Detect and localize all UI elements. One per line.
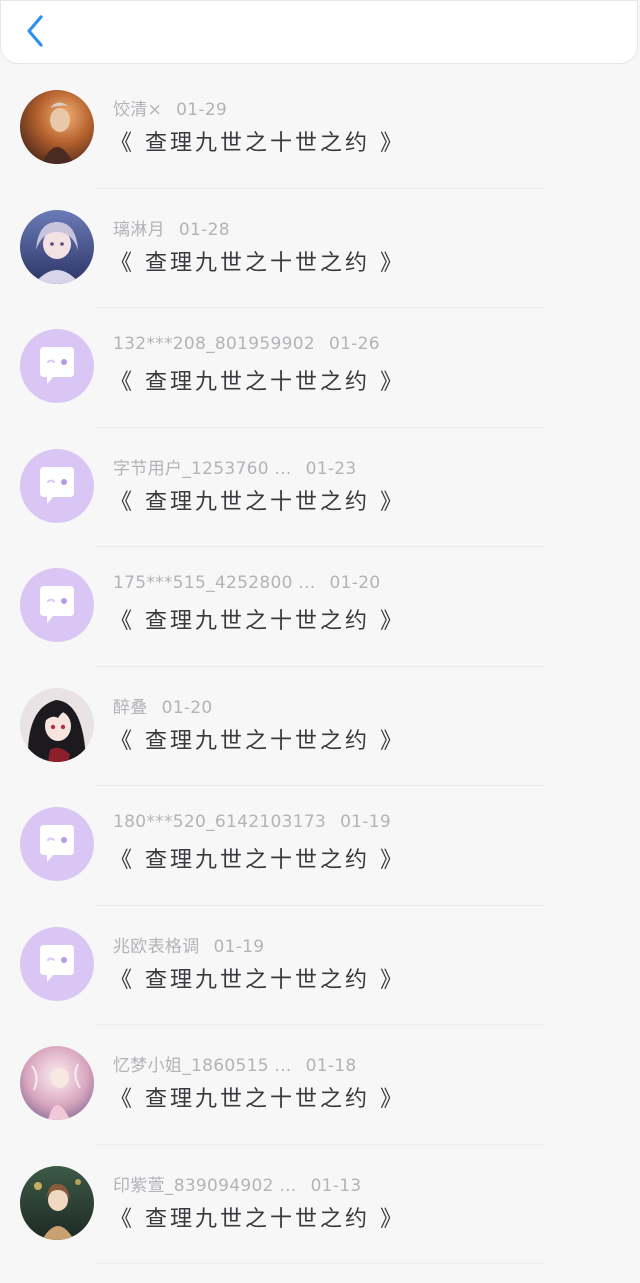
default-avatar-icon[interactable]: [20, 807, 94, 881]
comment-date: 01-23: [305, 458, 357, 479]
list-item[interactable]: 饺清× 01-29 《 查理九世之十世之约 》: [0, 69, 640, 189]
comment-meta: 132***208_801959902 01-26: [113, 334, 380, 354]
default-avatar-icon[interactable]: [20, 448, 94, 523]
comment-text: 《 查理九世之十世之约 》: [110, 370, 405, 395]
comment-list: 饺清× 01-29 《 查理九世之十世之约 》 璃淋月 01-28 《 查理九世…: [0, 69, 640, 1264]
comment-meta: 忆梦小姐_1860515 ... 01-18: [113, 1051, 357, 1076]
comment-meta: 璃淋月 01-28: [113, 215, 230, 240]
list-item[interactable]: 180***520_6142103173 01-19 《 查理九世之十世之约 》: [0, 786, 640, 906]
username[interactable]: 印紫萱_839094902 ...: [113, 1176, 297, 1196]
list-item[interactable]: 175***515_4252800 ... 01-20 《 查理九世之十世之约 》: [0, 547, 640, 667]
avatar[interactable]: [20, 90, 94, 164]
comment-text: 《 查理九世之十世之约 》: [110, 967, 405, 993]
list-item[interactable]: 印紫萱_839094902 ... 01-13 《 查理九世之十世之约 》: [0, 1145, 640, 1265]
comment-date: 01-20: [329, 573, 381, 593]
comment-text: 《 查理九世之十世之约 》: [110, 728, 405, 754]
comment-date: 01-13: [310, 1175, 362, 1196]
comment-date: 01-18: [305, 1056, 357, 1076]
avatar[interactable]: [20, 1046, 94, 1120]
top-bar: [0, 0, 638, 64]
username[interactable]: 字节用户_1253760 ...: [113, 459, 292, 479]
comment-text: 《 查理九世之十世之约 》: [110, 489, 405, 515]
username[interactable]: 132***208_801959902: [113, 334, 315, 354]
list-item[interactable]: 132***208_801959902 01-26 《 查理九世之十世之约 》: [0, 308, 640, 428]
comment-date: 01-19: [340, 812, 391, 832]
username[interactable]: 175***515_4252800 ...: [113, 573, 316, 593]
comment-meta: 175***515_4252800 ... 01-20: [113, 573, 380, 593]
comment-meta: 字节用户_1253760 ... 01-23: [113, 454, 357, 479]
list-item[interactable]: 璃淋月 01-28 《 查理九世之十世之约 》: [0, 189, 640, 309]
list-item[interactable]: 醉叠 01-20 《 查理九世之十世之约 》: [0, 667, 640, 787]
avatar[interactable]: [20, 1165, 94, 1240]
username[interactable]: 180***520_6142103173: [113, 812, 326, 832]
list-item[interactable]: 忆梦小姐_1860515 ... 01-18 《 查理九世之十世之约 》: [0, 1025, 640, 1145]
avatar[interactable]: [20, 687, 94, 762]
list-item[interactable]: 兆欧表格调 01-19 《 查理九世之十世之约 》: [0, 906, 640, 1026]
comment-meta: 180***520_6142103173 01-19: [113, 812, 391, 832]
screen: 饺清× 01-29 《 查理九世之十世之约 》 璃淋月 01-28 《 查理九世…: [0, 0, 640, 1283]
chevron-left-icon: [27, 15, 43, 47]
default-avatar-icon[interactable]: [20, 568, 94, 642]
avatar[interactable]: [20, 209, 94, 284]
username[interactable]: 醉叠: [113, 698, 148, 718]
comment-text: 《 查理九世之十世之约 》: [110, 848, 405, 873]
back-button[interactable]: [19, 11, 55, 51]
comment-meta: 醉叠 01-20: [113, 693, 213, 718]
comment-meta: 饺清× 01-29: [113, 95, 227, 120]
comment-text: 《 查理九世之十世之约 》: [110, 609, 405, 634]
username[interactable]: 饺清×: [113, 100, 162, 120]
comment-date: 01-28: [178, 219, 230, 240]
comment-text: 《 查理九世之十世之约 》: [110, 131, 405, 156]
username[interactable]: 兆欧表格调: [113, 937, 200, 957]
comment-meta: 兆欧表格调 01-19: [113, 932, 264, 957]
list-item[interactable]: 字节用户_1253760 ... 01-23 《 查理九世之十世之约 》: [0, 428, 640, 548]
comment-meta: 印紫萱_839094902 ... 01-13: [113, 1171, 361, 1196]
comment-date: 01-29: [176, 100, 228, 120]
comment-text: 《 查理九世之十世之约 》: [110, 1206, 405, 1232]
comment-date: 01-19: [213, 936, 265, 957]
default-avatar-icon[interactable]: [20, 329, 94, 403]
username[interactable]: 忆梦小姐_1860515 ...: [113, 1056, 292, 1076]
comment-text: 《 查理九世之十世之约 》: [110, 1087, 405, 1112]
comment-date: 01-20: [161, 697, 213, 718]
default-avatar-icon[interactable]: [20, 926, 94, 1001]
username[interactable]: 璃淋月: [113, 220, 165, 240]
comment-date: 01-26: [328, 334, 380, 354]
comment-text: 《 查理九世之十世之约 》: [110, 250, 405, 276]
